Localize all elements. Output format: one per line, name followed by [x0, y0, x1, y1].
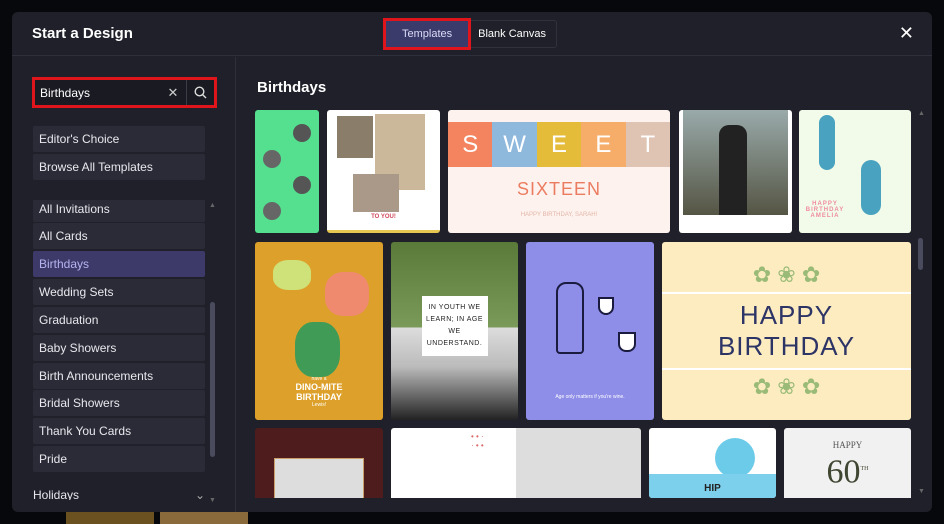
sidebar-item-graduation[interactable]: Graduation	[33, 307, 205, 333]
hip-text: HIP	[704, 483, 721, 494]
section-holidays[interactable]: Holidays ⌄	[33, 488, 205, 500]
template-card[interactable]	[255, 110, 319, 233]
page-title: Birthdays	[257, 79, 327, 96]
dialog-header: Start a Design Templates Blank Canvas ✕	[12, 12, 932, 56]
dialog-title: Start a Design	[32, 25, 133, 42]
sidebar-item-birthdays[interactable]: Birthdays	[33, 251, 205, 277]
sidebar-item-browse-all[interactable]: Browse All Templates	[33, 154, 205, 180]
sidebar-item-editors-choice[interactable]: Editor's Choice	[33, 126, 205, 152]
start-design-dialog: Start a Design Templates Blank Canvas ✕ …	[12, 12, 932, 512]
sweet-letter-tile: W	[492, 122, 537, 167]
flower-decoration: ✿ ❀ ✿	[752, 374, 821, 399]
sweet-letter-tile: S	[448, 122, 493, 167]
tab-templates[interactable]: Templates	[382, 18, 472, 50]
sidebar-item-birth-announcements[interactable]: Birth Announcements	[33, 363, 205, 389]
sidebar-scrollbar[interactable]	[210, 302, 215, 457]
scroll-up-icon[interactable]: ▲	[209, 202, 216, 209]
template-scrollbar[interactable]	[918, 238, 923, 270]
template-card[interactable]: TO YOU!	[327, 110, 440, 233]
close-icon[interactable]: ✕	[899, 23, 914, 44]
category-list: All Invitations All Cards Birthdays Wedd…	[12, 200, 236, 500]
search-icon[interactable]	[186, 80, 214, 105]
sweet-letter-tile: E	[581, 122, 626, 167]
search-input[interactable]	[35, 85, 160, 100]
scroll-up-icon[interactable]: ▲	[918, 110, 925, 117]
chevron-down-icon: ⌄	[194, 488, 205, 500]
clear-icon[interactable]: ✕	[160, 85, 186, 101]
template-grid: TO YOU! SWEET SIXTEEN HAPPY BIRTHDAY, SA…	[255, 110, 913, 498]
sweet-word: SWEET	[448, 122, 670, 167]
sidebar-item-pride[interactable]: Pride	[33, 446, 205, 472]
sweet-letter-tile: T	[625, 122, 670, 167]
search-box: ✕	[32, 77, 217, 108]
template-card[interactable]: HAPPY 60TH	[784, 428, 911, 498]
sidebar: ✕ Editor's Choice Browse All Templates A…	[12, 57, 236, 512]
template-card[interactable]	[255, 428, 383, 498]
sweet-letter-tile: E	[536, 122, 582, 167]
tab-blank-canvas[interactable]: Blank Canvas	[468, 21, 556, 47]
mode-tabs: Templates Blank Canvas	[382, 18, 558, 50]
template-card[interactable]: SWEET SIXTEEN HAPPY BIRTHDAY, SARAH!	[448, 110, 670, 233]
sidebar-item-wedding-sets[interactable]: Wedding Sets	[33, 279, 205, 305]
sidebar-item-baby-showers[interactable]: Baby Showers	[33, 335, 205, 361]
template-card[interactable]: ✿ ❀ ✿ HAPPY BIRTHDAY ✿ ❀ ✿	[662, 242, 911, 420]
template-card[interactable]: HIP	[649, 428, 776, 498]
template-card[interactable]: have a DINO-MITE BIRTHDAY Lewis!	[255, 242, 383, 420]
template-card[interactable]: IN YOUTH WE LEARN; IN AGE WE UNDERSTAND.	[391, 242, 518, 420]
scroll-down-icon[interactable]: ▼	[918, 488, 925, 495]
template-card[interactable]: • • · · • •	[391, 428, 641, 498]
template-card[interactable]: HAPPY BIRTHDAY AMELIA	[799, 110, 911, 233]
flower-decoration: ✿ ❀ ✿	[752, 262, 821, 287]
sidebar-item-bridal-showers[interactable]: Bridal Showers	[33, 390, 205, 416]
template-card[interactable]	[679, 110, 792, 233]
sidebar-item-thank-you-cards[interactable]: Thank You Cards	[33, 418, 205, 444]
template-card[interactable]: Age only matters if you're wine.	[526, 242, 654, 420]
scroll-down-icon[interactable]: ▼	[209, 497, 216, 504]
sidebar-item-all-cards[interactable]: All Cards	[33, 223, 205, 249]
sidebar-item-all-invitations[interactable]: All Invitations	[33, 200, 205, 222]
